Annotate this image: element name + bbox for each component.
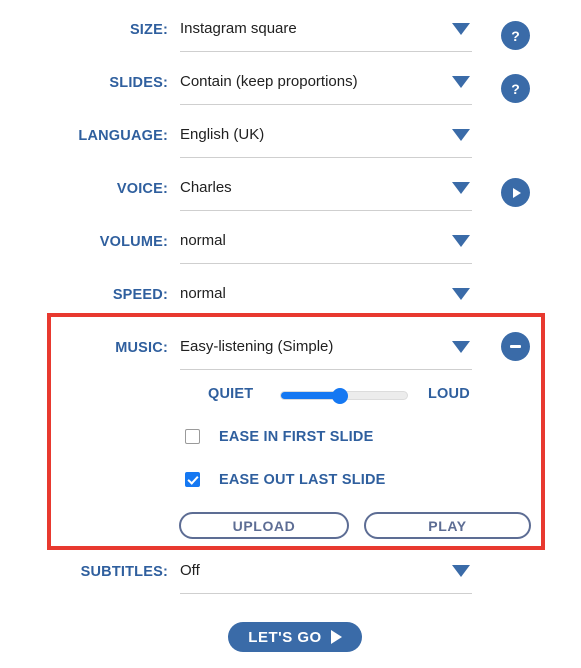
subtitles-value: Off [180,562,200,579]
lets-go-label: LET'S GO [248,628,322,646]
row-language: LANGUAGE: English (UK) [0,120,581,164]
field-underline [180,157,472,158]
subtitles-select[interactable]: Off [180,556,472,594]
upload-button[interactable]: UPLOAD [179,512,349,539]
row-volume: VOLUME: normal [0,226,581,270]
play-icon [513,187,521,198]
checkbox-row-ease-out: EASE OUT LAST SLIDE [0,470,581,494]
label-volume: VOLUME: [99,234,168,250]
size-value: Instagram square [180,20,297,37]
field-underline [180,316,472,317]
row-slides: SLIDES: Contain (keep proportions) [0,67,581,111]
row-music: MUSIC: Easy-listening (Simple) [0,332,581,376]
speed-value: normal [180,285,226,302]
chevron-down-icon[interactable] [452,182,470,194]
field-underline [180,210,472,211]
slider-max-label: LOUD [428,386,470,402]
size-select[interactable]: Instagram square [180,14,472,52]
label-language: LANGUAGE: [78,128,168,144]
chevron-down-icon[interactable] [452,341,470,353]
row-size: SIZE: Instagram square [0,14,581,58]
slides-select[interactable]: Contain (keep proportions) [180,67,472,105]
language-select[interactable]: English (UK) [180,120,472,158]
checkbox-ease-in-first-slide[interactable] [185,429,200,444]
label-slides: SLIDES: [109,75,168,91]
chevron-down-icon[interactable] [452,76,470,88]
music-select[interactable]: Easy-listening (Simple) [180,332,472,370]
chevron-down-icon[interactable] [452,288,470,300]
volume-value: normal [180,232,226,249]
music-value: Easy-listening (Simple) [180,338,334,355]
music-collapse-button[interactable] [501,332,530,361]
label-subtitles: SUBTITLES: [80,564,168,580]
checkbox-ease-out-last-slide[interactable] [185,472,200,487]
row-speed: SPEED: normal [0,279,581,323]
slider-min-label: QUIET [208,386,254,402]
checkbox-label-ease-in-first-slide[interactable]: EASE IN FIRST SLIDE [219,429,373,445]
field-underline [180,369,472,370]
label-music: MUSIC: [115,340,168,356]
label-voice: VOICE: [116,181,168,197]
slides-value: Contain (keep proportions) [180,73,358,90]
help-button-size[interactable]: ? [501,21,530,50]
field-underline [180,263,472,264]
label-speed: SPEED: [112,287,168,303]
music-volume-slider-row: QUIET LOUD [0,382,581,408]
chevron-down-icon[interactable] [452,129,470,141]
chevron-down-icon[interactable] [452,235,470,247]
voice-select[interactable]: Charles [180,173,472,211]
minus-icon [510,345,521,348]
lets-go-button[interactable]: LET'S GO [228,622,362,652]
chevron-down-icon[interactable] [452,565,470,577]
row-subtitles: SUBTITLES: Off [0,556,581,600]
field-underline [180,51,472,52]
chevron-down-icon[interactable] [452,23,470,35]
slider-thumb[interactable] [332,387,349,404]
row-voice: VOICE: Charles [0,173,581,217]
checkbox-row-ease-in: EASE IN FIRST SLIDE [0,427,581,451]
play-button[interactable]: PLAY [364,512,531,539]
voice-preview-button[interactable] [501,178,530,207]
play-icon [330,630,342,644]
video-settings-form: SIZE: Instagram square ? SLIDES: Contain… [0,0,581,668]
checkbox-label-ease-out-last-slide[interactable]: EASE OUT LAST SLIDE [219,472,386,488]
volume-select[interactable]: normal [180,226,472,264]
field-underline [180,104,472,105]
label-size: SIZE: [129,22,168,38]
speed-select[interactable]: normal [180,279,472,317]
field-underline [180,593,472,594]
language-value: English (UK) [180,126,265,143]
help-button-slides[interactable]: ? [501,74,530,103]
music-volume-slider[interactable] [280,387,408,404]
voice-value: Charles [180,179,232,196]
